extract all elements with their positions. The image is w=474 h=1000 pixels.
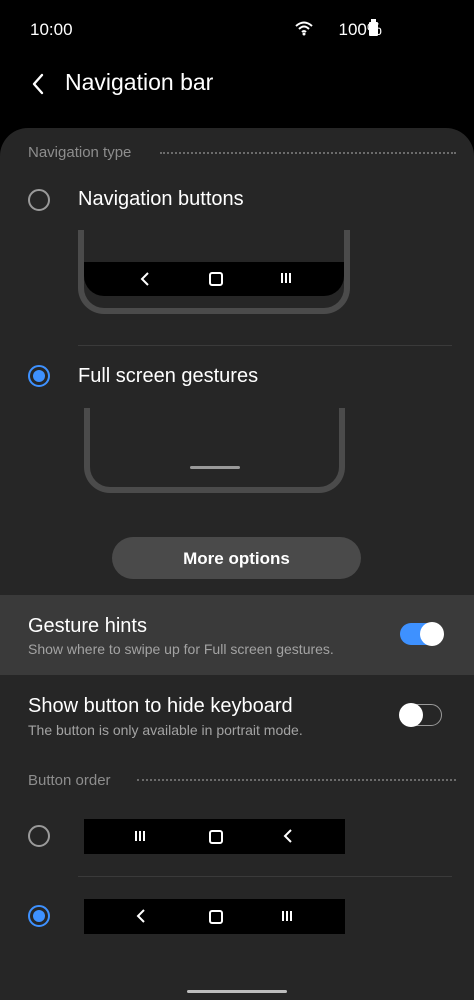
home-icon xyxy=(209,830,223,844)
gesture-bar-indicator xyxy=(190,466,240,469)
hide-keyboard-subtitle: The button is only available in portrait… xyxy=(28,722,303,738)
battery-icon xyxy=(369,19,378,36)
button-order-preview-2 xyxy=(84,899,345,934)
gesture-hints-toggle[interactable] xyxy=(400,622,444,646)
status-time: 10:00 xyxy=(30,20,73,39)
toggle-knob xyxy=(420,622,444,646)
back-arrow-icon[interactable] xyxy=(26,70,54,98)
system-home-indicator[interactable] xyxy=(187,990,287,993)
preview-navbar xyxy=(84,262,344,296)
navigation-buttons-radio[interactable] xyxy=(28,189,50,211)
home-icon xyxy=(209,910,223,924)
navigation-type-header: Navigation type xyxy=(28,144,132,161)
more-options-button[interactable]: More options xyxy=(112,537,361,579)
gesture-hints-title: Gesture hints xyxy=(28,615,147,637)
gesture-hints-row[interactable]: Gesture hints Show where to swipe up for… xyxy=(0,595,474,675)
home-icon xyxy=(209,272,223,286)
gesture-hints-subtitle: Show where to swipe up for Full screen g… xyxy=(28,641,334,657)
option-divider xyxy=(78,345,452,346)
hide-keyboard-title: Show button to hide keyboard xyxy=(28,695,293,717)
status-bar: 10:00 100% xyxy=(0,0,474,60)
section-divider xyxy=(160,152,456,154)
button-order-radio-1[interactable] xyxy=(28,825,50,847)
navigation-buttons-label: Navigation buttons xyxy=(78,188,244,210)
hide-keyboard-row[interactable]: Show button to hide keyboard The button … xyxy=(0,680,474,755)
back-icon xyxy=(136,909,145,923)
full-screen-gestures-radio[interactable] xyxy=(28,365,50,387)
toggle-knob xyxy=(399,702,423,727)
full-screen-gestures-label: Full screen gestures xyxy=(78,365,259,387)
full-screen-gestures-preview xyxy=(84,408,345,493)
option-divider xyxy=(78,876,452,877)
back-icon xyxy=(140,272,149,286)
hide-keyboard-toggle[interactable] xyxy=(399,702,442,727)
back-icon xyxy=(283,829,292,843)
navigation-buttons-preview xyxy=(78,230,350,314)
app-bar: Navigation bar xyxy=(0,60,474,110)
button-order-header: Button order xyxy=(28,772,111,789)
wifi-icon xyxy=(295,21,313,36)
page-title: Navigation bar xyxy=(65,69,214,95)
section-divider xyxy=(137,779,456,781)
button-order-radio-2[interactable] xyxy=(28,905,50,927)
button-order-preview-1 xyxy=(84,819,345,854)
